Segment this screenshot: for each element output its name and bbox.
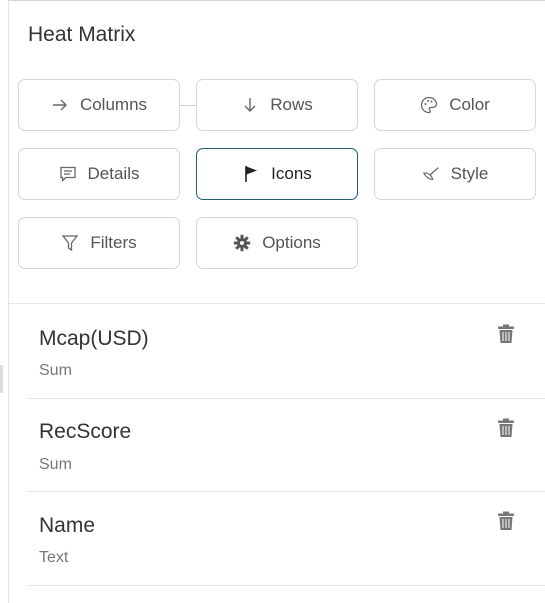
- field-name: Name: [39, 514, 96, 537]
- field-divider: [27, 398, 545, 399]
- options-button-label: Options: [262, 233, 321, 252]
- palette-icon: [420, 96, 438, 114]
- scroll-handle[interactable]: [0, 365, 3, 393]
- field-aggregation: Sum: [39, 456, 72, 473]
- comment-icon: [59, 165, 77, 183]
- field-name: RecScore: [39, 420, 132, 443]
- panel-title: Heat Matrix: [28, 23, 136, 46]
- color-button[interactable]: Color: [374, 79, 536, 131]
- rows-button[interactable]: Rows: [196, 79, 358, 131]
- style-button[interactable]: Style: [374, 148, 536, 200]
- trash-icon[interactable]: [497, 418, 515, 438]
- gear-icon: [233, 234, 251, 252]
- flag-icon: [242, 165, 260, 183]
- field-name: Mcap(USD): [39, 327, 149, 350]
- details-button[interactable]: Details: [18, 148, 180, 200]
- heat-matrix-panel: Heat Matrix Columns Rows Color Details I…: [8, 0, 545, 603]
- color-button-label: Color: [449, 95, 490, 114]
- filter-icon: [61, 234, 79, 252]
- icons-button-label: Icons: [271, 164, 312, 183]
- columns-button-label: Columns: [79, 95, 148, 114]
- arrow-down-icon: [241, 96, 259, 114]
- details-button-label: Details: [87, 164, 140, 183]
- field-divider: [27, 585, 545, 586]
- options-button[interactable]: Options: [196, 217, 358, 269]
- columns-button[interactable]: Columns: [18, 79, 180, 131]
- field-divider: [27, 491, 545, 492]
- icons-button[interactable]: Icons: [196, 148, 358, 200]
- trash-icon[interactable]: [497, 511, 515, 531]
- trash-icon[interactable]: [497, 324, 515, 344]
- rows-button-label: Rows: [270, 95, 313, 114]
- field-aggregation: Text: [39, 549, 69, 566]
- arrow-right-icon: [51, 96, 69, 114]
- connector-line: [180, 105, 196, 106]
- style-button-label: Style: [450, 164, 489, 183]
- filters-button-label: Filters: [90, 233, 137, 252]
- filters-button[interactable]: Filters: [18, 217, 180, 269]
- section-divider: [9, 303, 545, 304]
- brush-icon: [422, 165, 440, 183]
- field-aggregation: Sum: [39, 362, 72, 379]
